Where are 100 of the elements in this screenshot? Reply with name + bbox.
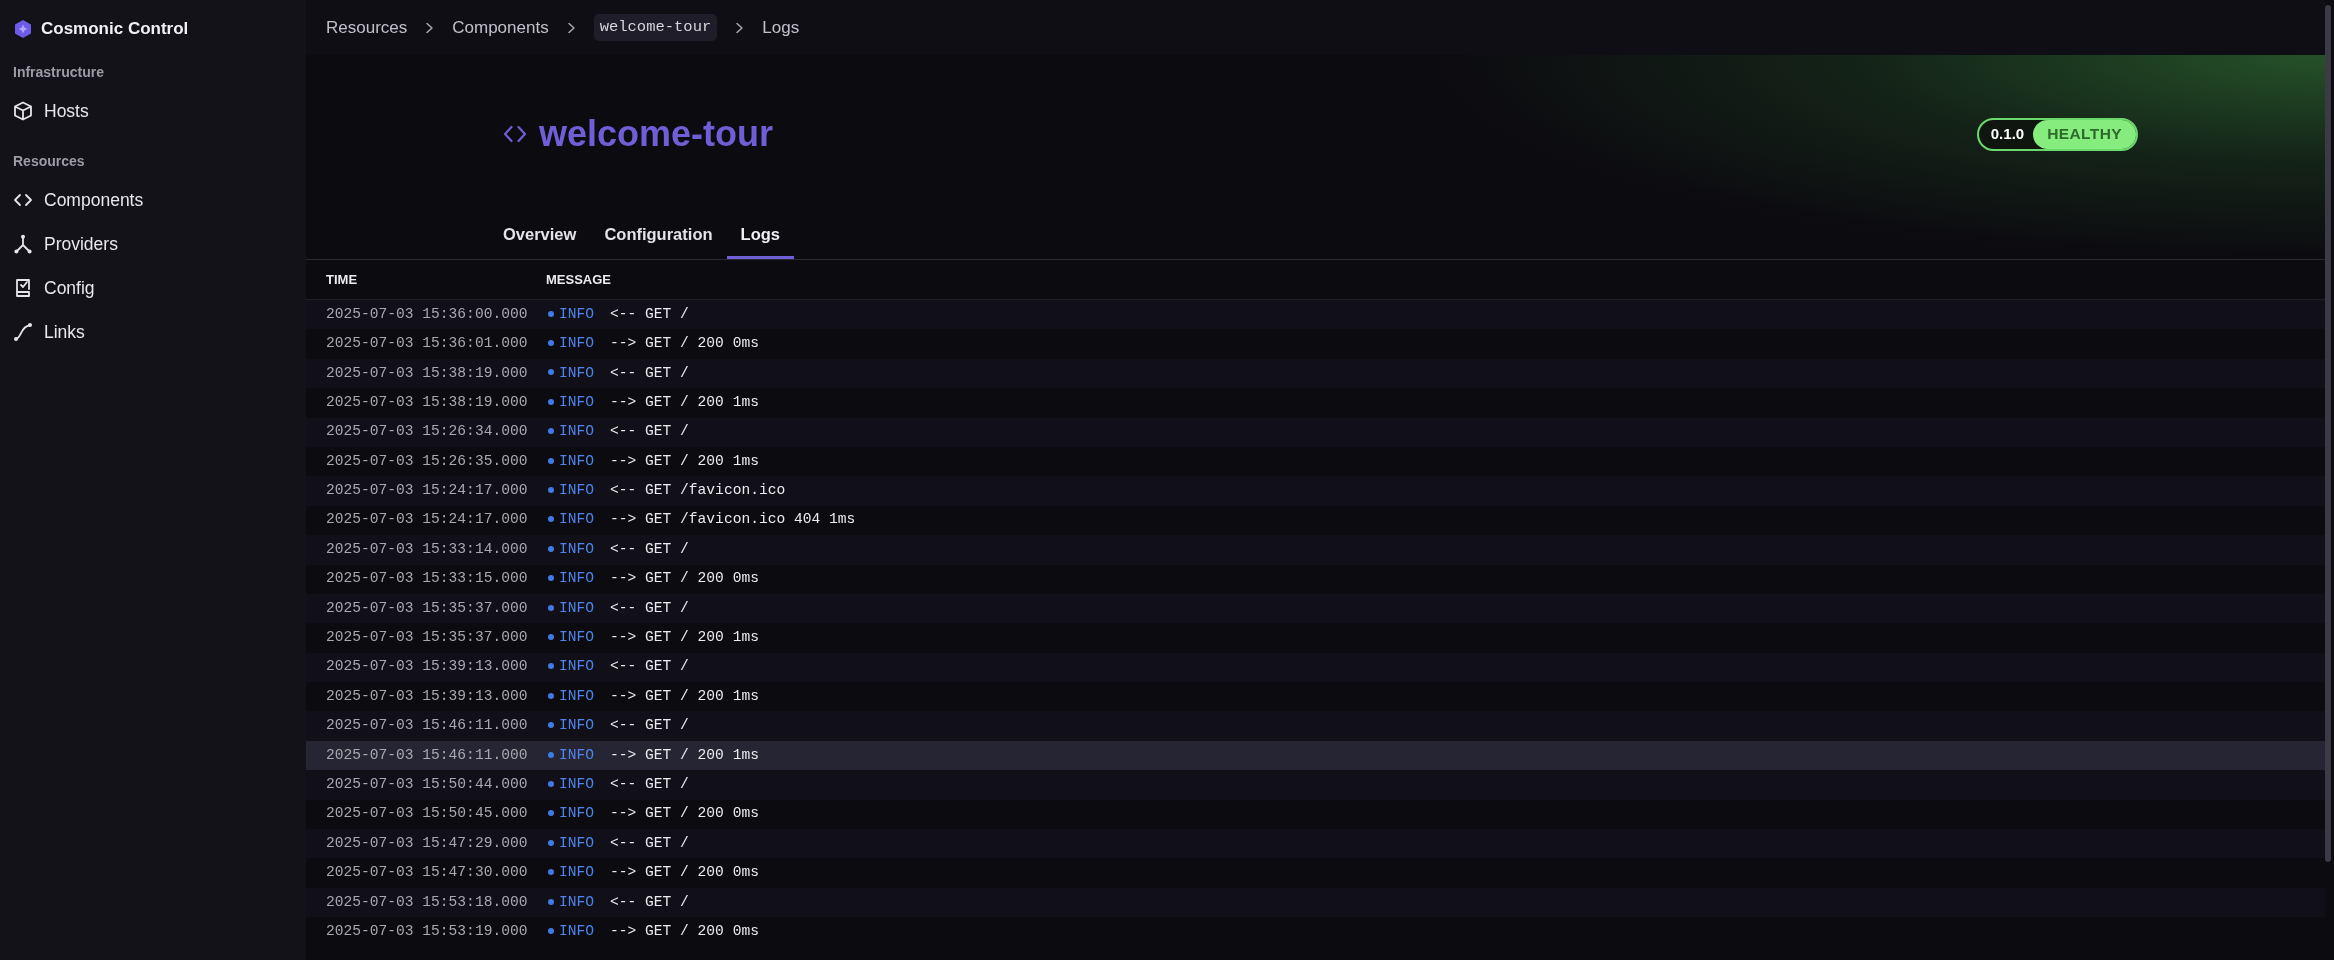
status-dot-icon (548, 692, 554, 699)
log-message: <-- GET / (610, 363, 689, 383)
chevron-icon (425, 21, 435, 34)
log-time: 2025-07-03 15:53:18.000 (326, 892, 529, 912)
log-time: 2025-07-03 15:46:11.000 (326, 716, 529, 736)
sidebar-item[interactable]: Hosts (13, 89, 293, 133)
log-row[interactable]: 2025-07-03 15:26:34.000 INFO <-- GET / (306, 417, 2325, 447)
sidebar-item[interactable]: Links (13, 310, 293, 354)
log-time: 2025-07-03 15:33:14.000 (326, 539, 529, 559)
log-row[interactable]: 2025-07-03 15:39:13.000 INFO <-- GET / (306, 652, 2325, 683)
log-level: INFO (559, 892, 595, 912)
log-row[interactable]: 2025-07-03 15:53:18.000 INFO <-- GET / (306, 887, 2325, 918)
log-time: 2025-07-03 15:50:44.000 (326, 775, 529, 794)
status-dot-icon (548, 428, 554, 435)
log-level: INFO (559, 304, 595, 324)
breadcrumb-link[interactable]: Components (452, 14, 549, 41)
status-dot-icon (548, 369, 554, 376)
log-level: INFO (559, 392, 595, 412)
breadcrumb-link[interactable]: Resources (326, 14, 408, 41)
status-dot-icon (548, 310, 554, 317)
log-level: INFO (559, 804, 595, 824)
log-time: 2025-07-03 15:47:30.000 (326, 863, 529, 883)
log-time: 2025-07-03 15:38:19.000 (326, 363, 529, 383)
log-time: 2025-07-03 15:24:17.000 (326, 510, 529, 530)
log-row[interactable]: 2025-07-03 15:36:00.000 INFO <-- GET / (306, 300, 2325, 330)
section-heading: Resources (13, 152, 86, 171)
log-level: INFO (559, 481, 595, 501)
log-row[interactable]: 2025-07-03 15:46:11.000 INFO --> GET / 200 1ms (306, 740, 2325, 771)
log-message: <-- GET /favicon.ico (610, 481, 786, 501)
status-dot-icon (548, 487, 554, 494)
sidebar-item[interactable]: Components (13, 178, 293, 222)
status-dot-icon (548, 869, 554, 876)
log-message: --> GET / 200 0ms (610, 569, 759, 589)
log-message: --> GET /favicon.ico 404 1ms (610, 510, 856, 530)
breadcrumb-current: Logs (762, 16, 800, 39)
log-level: INFO (559, 422, 595, 442)
scrollbar[interactable] (2325, 5, 2331, 862)
log-time: 2025-07-03 15:35:37.000 (326, 598, 529, 618)
log-level: INFO (559, 833, 595, 853)
log-row[interactable]: 2025-07-03 15:35:37.000 INFO <-- GET / (306, 593, 2325, 624)
log-row[interactable]: 2025-07-03 15:33:14.000 INFO <-- GET / (306, 535, 2325, 565)
status-dot-icon (548, 663, 554, 670)
log-message: --> GET / 200 1ms (610, 686, 759, 706)
log-level: INFO (559, 539, 595, 559)
log-message: --> GET / 200 1ms (610, 392, 759, 412)
status-dot-icon (548, 545, 554, 552)
log-level: INFO (559, 745, 595, 765)
log-time: 2025-07-03 15:38:19.000 (326, 392, 529, 412)
log-row[interactable]: 2025-07-03 15:38:19.000 INFO <-- GET / (306, 358, 2325, 389)
log-row[interactable]: 2025-07-03 15:47:29.000 INFO <-- GET / (306, 829, 2325, 859)
log-time: 2025-07-03 15:26:35.000 (326, 451, 529, 471)
column-header: TIME (326, 270, 359, 289)
log-message: <-- GET / (610, 716, 689, 736)
log-level: INFO (559, 569, 595, 589)
log-message: --> GET / 200 1ms (610, 628, 759, 648)
version-text: 0.1.0 (1989, 123, 2026, 144)
status-dot-icon (548, 516, 554, 523)
log-level: INFO (559, 363, 595, 383)
log-message: --> GET / 200 0ms (610, 804, 759, 824)
log-time: 2025-07-03 15:53:19.000 (326, 921, 529, 941)
log-message: --> GET / 200 0ms (610, 921, 759, 941)
chevron-icon (735, 21, 745, 34)
log-message: <-- GET / (610, 539, 689, 559)
log-level: INFO (559, 628, 595, 648)
log-time: 2025-07-03 15:35:37.000 (326, 628, 529, 648)
breadcrumb-link[interactable]: welcome-tour (593, 13, 718, 42)
log-message: --> GET / 200 0ms (610, 334, 759, 354)
status-dot-icon (548, 604, 554, 611)
log-message: --> GET / 200 1ms (610, 451, 759, 471)
log-time: 2025-07-03 15:50:45.000 (326, 804, 529, 824)
tab[interactable]: Configuration (590, 215, 727, 259)
section-heading: Infrastructure (13, 63, 106, 82)
log-message: <-- GET / (610, 775, 689, 794)
log-row[interactable]: 2025-07-03 15:50:44.000 INFO <-- GET / (306, 770, 2325, 800)
log-message: <-- GET / (610, 833, 689, 853)
log-message: <-- GET / (610, 892, 689, 912)
sidebar-item[interactable]: Config (13, 266, 293, 310)
tab[interactable]: Logs (726, 215, 794, 259)
status-dot-icon (548, 839, 554, 846)
status-dot-icon (548, 780, 554, 787)
log-row[interactable]: 2025-07-03 15:46:11.000 INFO <-- GET / (306, 711, 2325, 741)
status-dot-icon (548, 751, 554, 758)
brand-name: Cosmonic Control (41, 18, 189, 41)
log-level: INFO (559, 686, 595, 706)
log-time: 2025-07-03 15:39:13.000 (326, 686, 529, 706)
tab[interactable]: Overview (489, 215, 591, 259)
cube-icon (13, 101, 33, 121)
log-time: 2025-07-03 15:33:15.000 (326, 569, 529, 589)
log-row[interactable]: 2025-07-03 15:24:17.000 INFO <-- GET /favicon.ico (306, 476, 2325, 506)
status-dot-icon (548, 634, 554, 640)
log-time: 2025-07-03 15:36:01.000 (326, 334, 529, 354)
log-level: INFO (559, 657, 595, 677)
sidebar-item[interactable]: Providers (13, 222, 293, 266)
status-dot-icon (548, 898, 554, 905)
log-level: INFO (559, 510, 595, 530)
curve-icon (13, 322, 33, 342)
chevron-icon (566, 21, 576, 34)
column-header: MESSAGE (546, 270, 612, 289)
status-dot-icon (548, 398, 554, 405)
log-level: INFO (559, 775, 595, 794)
